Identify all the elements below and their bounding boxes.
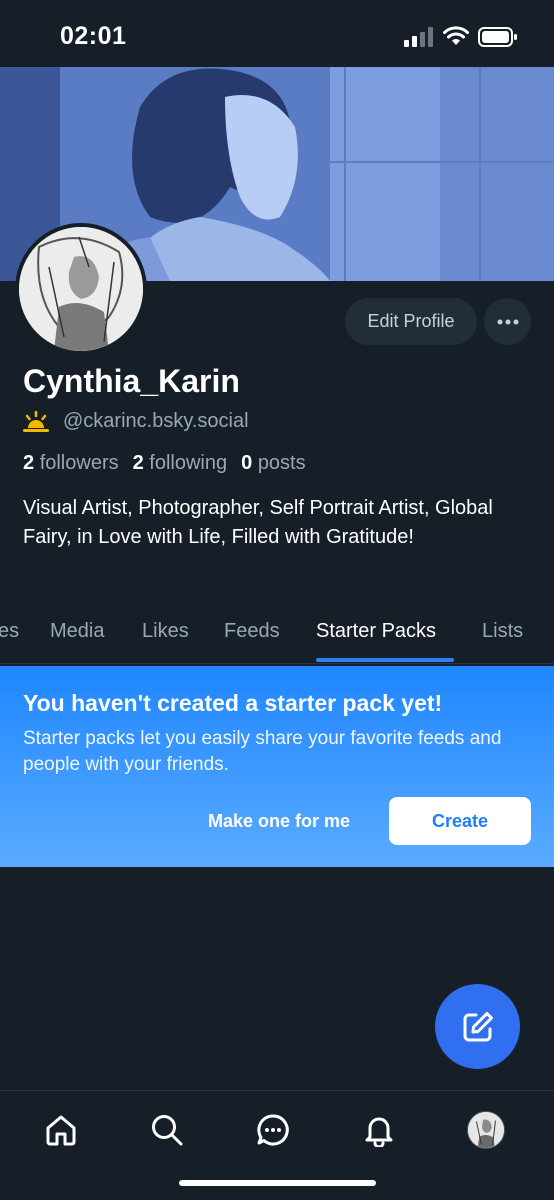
nav-profile[interactable] (467, 1111, 505, 1149)
more-options-button[interactable] (484, 298, 531, 345)
nav-home[interactable] (42, 1111, 80, 1149)
tab-replies[interactable]: es (0, 620, 19, 643)
make-one-for-me-button[interactable]: Make one for me (188, 797, 370, 845)
sun-icon (23, 410, 49, 432)
stats-row: 2 followers 2 following 0 posts (23, 452, 320, 475)
profile-avatar (468, 1112, 504, 1148)
nav-notifications[interactable] (360, 1111, 398, 1149)
compose-button[interactable] (435, 984, 520, 1069)
posts-label: posts (257, 452, 306, 474)
tab-feeds[interactable]: Feeds (224, 620, 280, 643)
wifi-icon (443, 26, 469, 45)
posts-stat: 0 posts (241, 452, 306, 475)
followers-count: 2 (23, 452, 35, 474)
starter-pack-card: You haven't created a starter pack yet! … (0, 666, 554, 867)
nav-chat[interactable] (254, 1111, 292, 1149)
search-icon (152, 1115, 183, 1146)
compose-icon (463, 1011, 493, 1041)
bell-icon (365, 1117, 393, 1147)
battery-icon (478, 27, 517, 47)
edit-profile-button[interactable]: Edit Profile (345, 298, 477, 345)
ellipsis-icon (497, 319, 518, 324)
tab-lists[interactable]: Lists (482, 620, 523, 643)
status-bar: 02:01 (0, 0, 554, 67)
profile-avatar[interactable] (15, 223, 147, 355)
following-count: 2 (132, 452, 144, 474)
followers-label: followers (39, 452, 119, 474)
starter-pack-description: Starter packs let you easily share your … (23, 728, 502, 775)
display-name: Cynthia_Karin (23, 363, 240, 399)
active-tab-indicator (316, 658, 454, 662)
tab-media[interactable]: Media (50, 620, 104, 643)
tab-starter-packs[interactable]: Starter Packs (316, 620, 436, 643)
posts-count: 0 (241, 452, 253, 474)
following-stat[interactable]: 2 following (133, 452, 228, 475)
handle: @ckarinc.bsky.social (63, 410, 249, 432)
handle-row: @ckarinc.bsky.social (23, 410, 249, 433)
profile-tabs: es Media Likes Feeds Starter Packs Lists (0, 612, 554, 664)
status-time: 02:01 (60, 22, 127, 50)
tab-likes[interactable]: Likes (142, 620, 189, 643)
following-label: following (149, 452, 228, 474)
home-indicator (179, 1180, 376, 1186)
create-button[interactable]: Create (389, 797, 531, 845)
cellular-signal-icon (404, 27, 433, 47)
profile-bio: Visual Artist, Photographer, Self Portra… (23, 497, 493, 548)
nav-search[interactable] (148, 1111, 186, 1149)
avatar-image (19, 227, 143, 351)
followers-stat[interactable]: 2 followers (23, 452, 119, 475)
starter-pack-title: You haven't created a starter pack yet! (23, 690, 443, 716)
chat-icon (257, 1114, 289, 1146)
home-icon (46, 1115, 76, 1146)
